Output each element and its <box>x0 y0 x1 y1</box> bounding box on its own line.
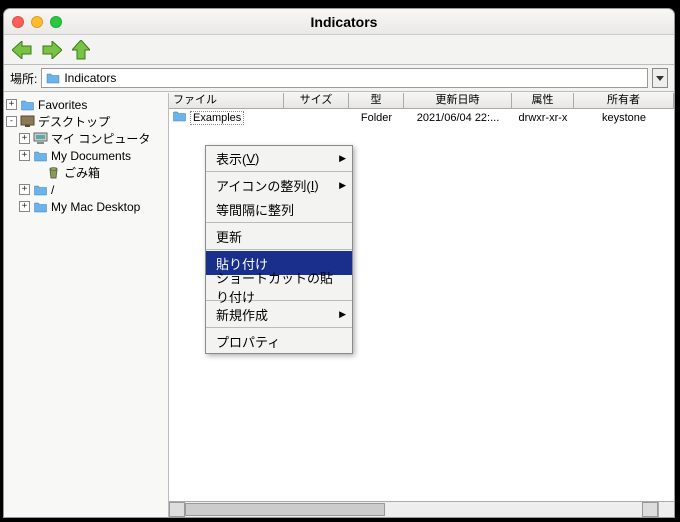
location-input[interactable] <box>64 71 643 85</box>
tree-item[interactable]: + マイ コンピュータ <box>6 130 166 147</box>
tree-item-label: / <box>51 183 54 197</box>
context-menu[interactable]: 表示(V)アイコンの整列(I)等間隔に整列更新貼り付けショートカットの貼り付け新… <box>205 145 353 354</box>
titlebar[interactable]: Indicators <box>4 9 674 35</box>
back-button[interactable] <box>12 41 32 59</box>
menu-separator <box>206 249 352 250</box>
menu-item[interactable]: 等間隔に整列 <box>206 197 352 221</box>
tree-item[interactable]: +/ <box>6 181 166 198</box>
folder-tree[interactable]: + Favorites - デスクトップ + マイ コンピュータ + My Documents… <box>4 93 169 517</box>
location-field[interactable] <box>41 68 648 88</box>
up-button[interactable] <box>72 40 90 60</box>
tree-item-label: デスクトップ <box>38 113 110 130</box>
tree-item[interactable]: - デスクトップ <box>6 113 166 130</box>
folder-icon <box>33 149 48 162</box>
col-owner[interactable]: 所有者 <box>574 93 674 109</box>
menu-item[interactable]: ショートカットの貼り付け <box>206 275 352 299</box>
tree-item[interactable]: + My Documents <box>6 147 166 164</box>
menu-item[interactable]: 新規作成 <box>206 302 352 326</box>
location-bar: 場所: <box>4 65 674 92</box>
expander-icon[interactable]: + <box>19 150 30 161</box>
cell-type: Folder <box>349 112 404 124</box>
cell-modified: 2021/06/04 22:... <box>404 112 512 124</box>
expander-icon[interactable]: + <box>19 133 30 144</box>
window-controls <box>12 16 62 28</box>
col-file[interactable]: ファイル <box>169 93 284 109</box>
expander-icon[interactable]: - <box>6 116 17 127</box>
column-headers[interactable]: ファイル サイズ 型 更新日時 属性 所有者 <box>169 93 674 109</box>
col-size[interactable]: サイズ <box>284 93 349 109</box>
window-title: Indicators <box>62 14 626 30</box>
file-name[interactable]: Examples <box>190 111 244 125</box>
table-row[interactable]: Examples Folder2021/06/04 22:...drwxr-xr-… <box>169 109 674 126</box>
menu-item[interactable]: アイコンの整列(I) <box>206 173 352 197</box>
scrollbar-thumb[interactable] <box>185 503 385 516</box>
location-dropdown[interactable] <box>652 68 668 88</box>
col-attrs[interactable]: 属性 <box>512 93 574 109</box>
computer-icon <box>33 132 48 145</box>
close-icon[interactable] <box>12 16 24 28</box>
menu-item[interactable]: 更新 <box>206 224 352 248</box>
tree-item-label: Favorites <box>38 98 87 112</box>
folder-icon <box>20 98 35 111</box>
zoom-icon[interactable] <box>50 16 62 28</box>
expander-icon[interactable]: + <box>19 184 30 195</box>
h-scrollbar[interactable] <box>169 501 658 517</box>
tree-item-label: ごみ箱 <box>64 164 100 181</box>
menu-separator <box>206 327 352 328</box>
folder-icon <box>33 183 48 196</box>
menu-separator <box>206 222 352 223</box>
location-label: 場所: <box>10 70 37 87</box>
nav-toolbar <box>4 35 674 65</box>
menu-separator <box>206 171 352 172</box>
trash-icon <box>46 166 61 179</box>
menu-item[interactable]: プロパティ <box>206 329 352 353</box>
tree-item[interactable]: +ごみ箱 <box>6 164 166 181</box>
col-type[interactable]: 型 <box>349 93 404 109</box>
forward-button[interactable] <box>42 41 62 59</box>
desktop-icon <box>20 115 35 128</box>
folder-icon <box>33 200 48 213</box>
cell-attrs: drwxr-xr-x <box>512 112 574 124</box>
tree-item-label: My Mac Desktop <box>51 200 140 214</box>
menu-item[interactable]: 表示(V) <box>206 146 352 170</box>
minimize-icon[interactable] <box>31 16 43 28</box>
tree-item-label: My Documents <box>51 149 131 163</box>
chevron-down-icon <box>656 76 664 81</box>
scroll-corner <box>658 501 674 517</box>
tree-item[interactable]: + My Mac Desktop <box>6 198 166 215</box>
tree-item-label: マイ コンピュータ <box>51 130 150 147</box>
tree-item[interactable]: + Favorites <box>6 96 166 113</box>
cell-owner: keystone <box>574 112 674 124</box>
col-modified[interactable]: 更新日時 <box>404 93 512 109</box>
folder-icon <box>46 72 60 84</box>
expander-icon[interactable]: + <box>19 201 30 212</box>
expander-icon[interactable]: + <box>6 99 17 110</box>
folder-icon <box>172 110 187 125</box>
